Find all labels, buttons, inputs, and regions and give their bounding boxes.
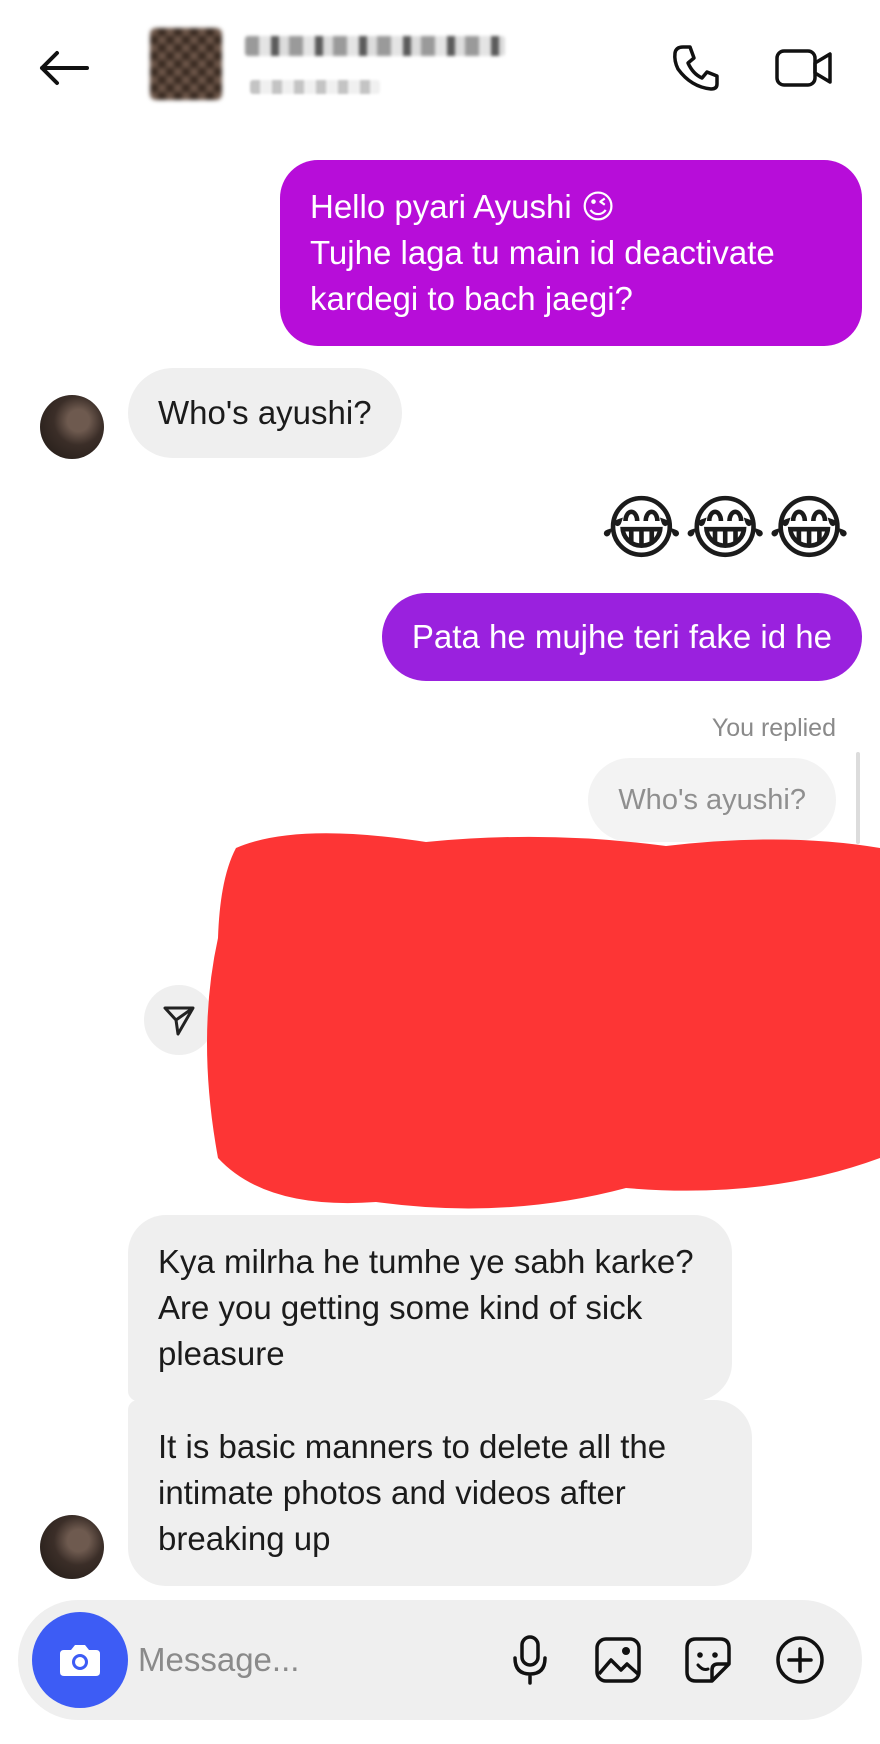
sent-emoji-message[interactable]: 😂😂😂 xyxy=(601,488,852,568)
message-text: Kya milrha he tumhe ye sabh karke? Are y… xyxy=(158,1243,694,1372)
redacted-media xyxy=(207,833,880,1209)
contact-avatar[interactable] xyxy=(150,28,222,100)
camera-button[interactable] xyxy=(32,1612,128,1708)
plus-circle-icon xyxy=(776,1636,824,1684)
message-input[interactable] xyxy=(138,1630,488,1690)
message-text: Hello pyari Ayushi 😉 Tujhe laga tu main … xyxy=(310,188,775,317)
avatar[interactable] xyxy=(40,1515,104,1579)
sticker-icon xyxy=(685,1637,731,1683)
received-message[interactable]: It is basic manners to delete all the in… xyxy=(128,1400,752,1586)
gallery-button[interactable] xyxy=(586,1626,650,1694)
laughing-emoji: 😂😂😂 xyxy=(600,489,852,567)
more-options-button[interactable] xyxy=(766,1626,834,1694)
microphone-icon xyxy=(513,1635,547,1685)
back-button[interactable] xyxy=(28,38,98,98)
sent-message[interactable]: Pata he mujhe teri fake id he xyxy=(381,593,862,681)
received-message[interactable]: Kya milrha he tumhe ye sabh karke? Are y… xyxy=(128,1215,732,1401)
share-button[interactable] xyxy=(144,985,214,1055)
phone-icon xyxy=(673,45,719,91)
message-text: Pata he mujhe teri fake id he xyxy=(411,618,832,655)
voice-call-button[interactable] xyxy=(660,38,732,98)
camera-icon xyxy=(60,1645,100,1676)
video-call-button[interactable] xyxy=(768,38,840,98)
microphone-button[interactable] xyxy=(498,1626,562,1694)
quoted-text: Who's ayushi? xyxy=(618,783,806,816)
avatar[interactable] xyxy=(40,395,104,459)
reply-label: You replied xyxy=(711,714,836,742)
sticker-button[interactable] xyxy=(676,1626,740,1694)
video-camera-icon xyxy=(775,49,832,87)
send-icon xyxy=(163,1006,195,1036)
sent-message[interactable]: Hello pyari Ayushi 😉 Tujhe laga tu main … xyxy=(280,160,862,346)
image-icon xyxy=(595,1637,641,1683)
message-text: It is basic manners to delete all the in… xyxy=(158,1428,667,1557)
contact-name-redacted[interactable] xyxy=(245,36,505,56)
received-message[interactable]: Who's ayushi? xyxy=(128,368,402,458)
arrow-left-icon xyxy=(40,51,89,85)
message-text: Who's ayushi? xyxy=(158,394,372,431)
contact-username-redacted xyxy=(250,80,380,94)
